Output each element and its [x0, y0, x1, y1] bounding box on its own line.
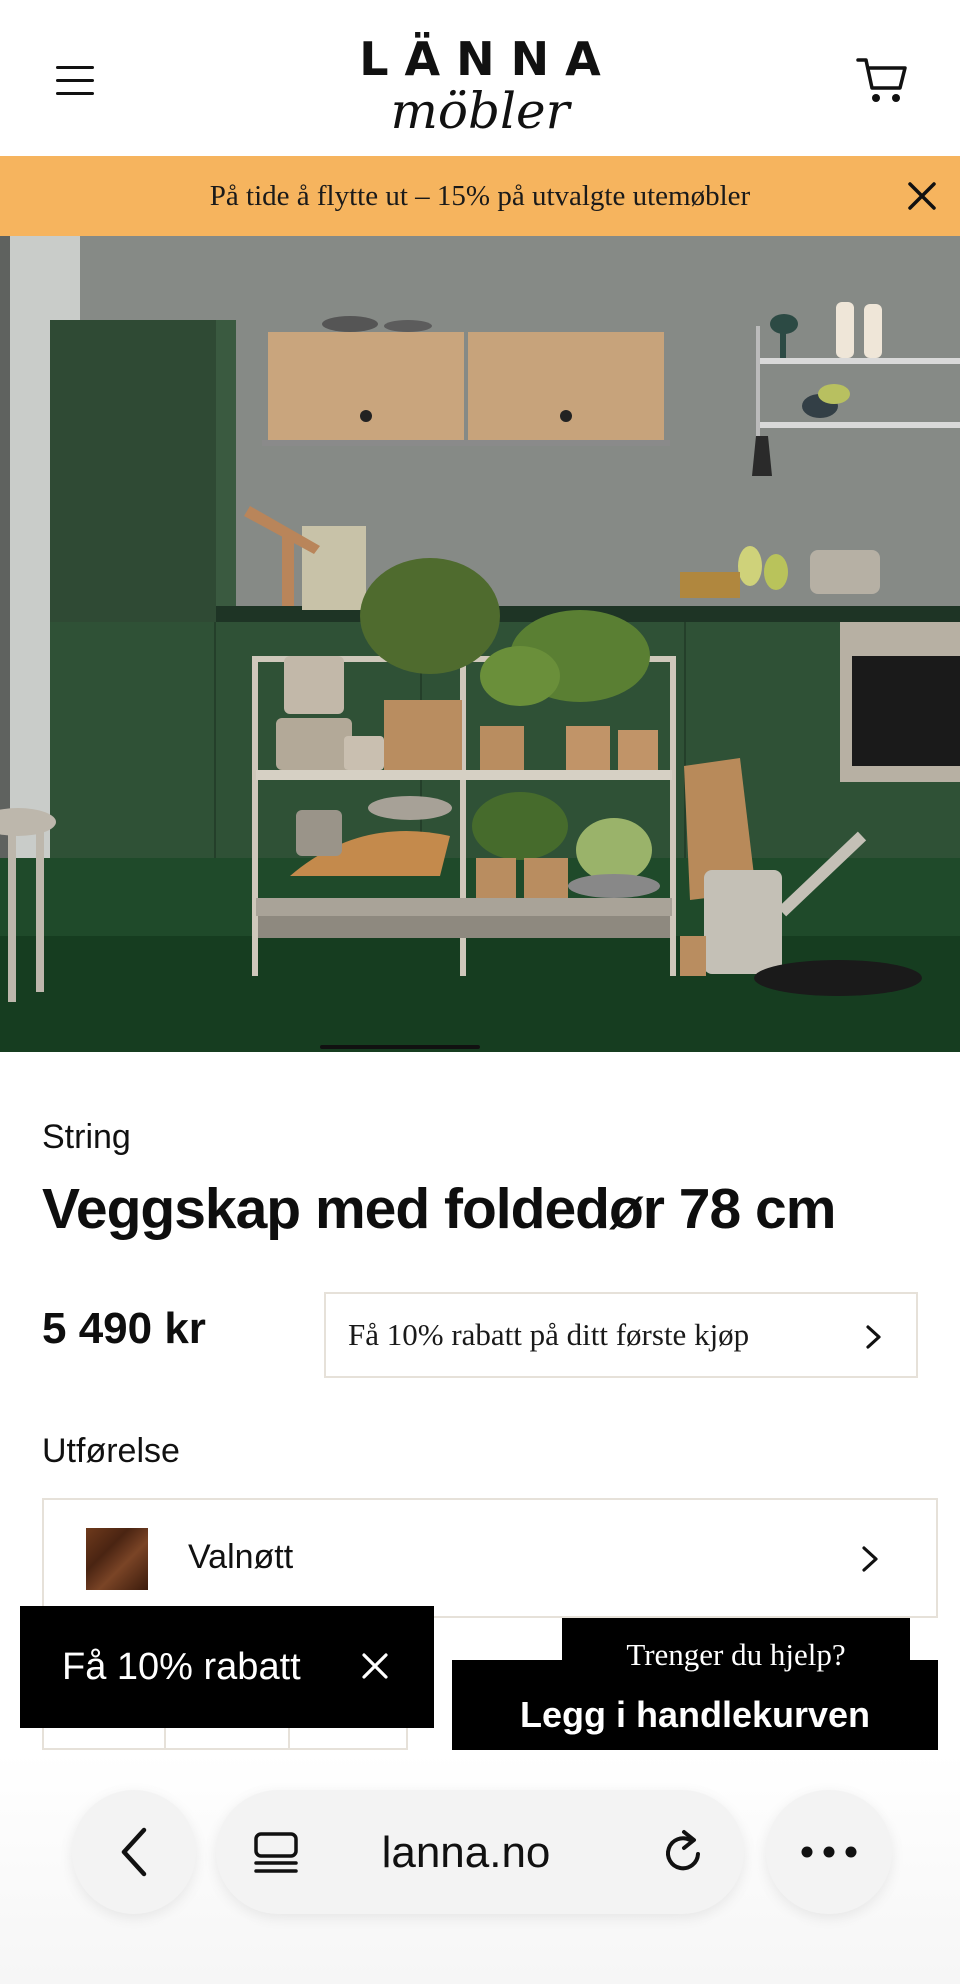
chevron-right-icon: [862, 1546, 878, 1572]
hamburger-menu-icon[interactable]: [56, 66, 96, 96]
product-brand[interactable]: String: [42, 1118, 131, 1157]
first-purchase-discount-link[interactable]: Få 10% rabatt på ditt første kjøp: [324, 1292, 918, 1378]
promo-banner[interactable]: På tide å flytte ut – 15% på utvalgte ut…: [0, 156, 960, 236]
reload-icon[interactable]: [660, 1828, 708, 1878]
product-price: 5 490 kr: [42, 1304, 206, 1353]
site-header: LÄNNA möbler: [0, 0, 960, 156]
discount-link-text: Få 10% rabatt på ditt første kjøp: [348, 1317, 750, 1352]
close-icon[interactable]: [902, 176, 942, 216]
tabs-icon[interactable]: [252, 1830, 300, 1876]
logo-subtitle: möbler: [390, 82, 570, 140]
more-options-button[interactable]: [766, 1790, 892, 1914]
chevron-right-icon: [866, 1325, 881, 1349]
carousel-indicator: [320, 1045, 480, 1049]
product-title: Veggskap med foldedør 78 cm: [42, 1177, 836, 1241]
finish-selector[interactable]: Valnøtt: [42, 1498, 938, 1618]
back-button[interactable]: [72, 1790, 196, 1914]
address-bar[interactable]: lanna.no: [216, 1790, 744, 1914]
finish-label: Utførelse: [42, 1432, 180, 1470]
logo-wordmark: LÄNNA: [359, 32, 617, 86]
kitchen-scene-image: [0, 236, 960, 1052]
shopping-cart-icon[interactable]: [856, 56, 908, 106]
url-text: lanna.no: [381, 1828, 551, 1877]
popup-text: Få 10% rabatt: [62, 1645, 301, 1688]
help-button[interactable]: Trenger du hjelp?: [562, 1618, 910, 1692]
walnut-swatch: [86, 1528, 148, 1590]
hero-product-image[interactable]: [0, 236, 960, 1052]
finish-selected-value: Valnøtt: [188, 1538, 294, 1576]
chevron-left-icon: [121, 1827, 147, 1877]
close-icon[interactable]: [360, 1651, 390, 1681]
promo-text: På tide å flytte ut – 15% på utvalgte ut…: [209, 179, 751, 212]
discount-popup[interactable]: Få 10% rabatt: [20, 1606, 434, 1728]
site-logo[interactable]: LÄNNA möbler: [280, 34, 680, 136]
more-dots-icon: [801, 1846, 857, 1858]
